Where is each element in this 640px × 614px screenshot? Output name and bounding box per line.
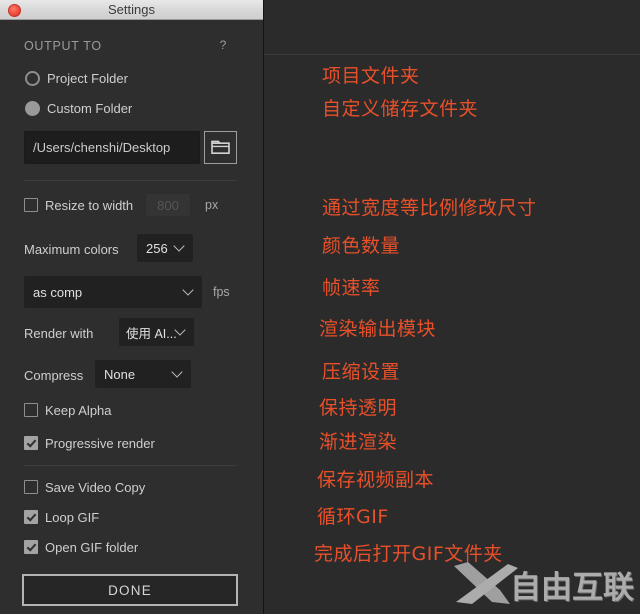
maximum-colors-dropdown[interactable]: 256 (137, 234, 193, 262)
open-gif-folder-label: Open GIF folder (45, 540, 139, 555)
progressive-render-label: Progressive render (45, 436, 155, 451)
folder-icon (211, 140, 230, 154)
annotation-compress: 压缩设置 (322, 361, 401, 383)
maximum-colors-value: 256 (146, 240, 168, 256)
render-with-dropdown[interactable]: 使用 AI... (119, 318, 194, 346)
chevron-down-icon (176, 326, 185, 335)
separator-2 (24, 465, 237, 466)
annotation-keep-alpha: 保持透明 (319, 397, 398, 419)
keep-alpha-label: Keep Alpha (45, 403, 112, 418)
radio-custom-folder[interactable] (25, 101, 40, 116)
watermark-text: 自由互联 (510, 570, 634, 606)
resize-width-input[interactable]: 800 (146, 194, 190, 216)
annotation-progressive: 渐进渲染 (319, 431, 398, 453)
checkbox-loop-gif[interactable] (24, 510, 38, 524)
separator-1 (24, 180, 237, 181)
annotation-save-video-copy: 保存视频副本 (317, 469, 435, 491)
annotation-panel-divider (264, 54, 640, 55)
chevron-down-icon (175, 242, 184, 251)
annotation-framerate: 帧速率 (322, 277, 381, 299)
radio-project-folder[interactable] (25, 71, 40, 86)
output-path-input[interactable]: /Users/chenshi/Desktop (24, 131, 200, 164)
annotation-render-module: 渲染输出模块 (319, 318, 437, 340)
annotation-resize-width: 通过宽度等比例修改尺寸 (322, 197, 537, 219)
resize-to-width-label: Resize to width (45, 198, 134, 213)
annotation-custom-folder: 自定义储存文件夹 (322, 98, 479, 120)
checkbox-progressive-render[interactable] (24, 436, 38, 450)
compress-label: Compress (24, 368, 84, 383)
save-video-copy-label: Save Video Copy (45, 480, 146, 495)
done-button[interactable]: DONE (22, 574, 238, 606)
annotation-loop-gif: 循环GIF (317, 506, 389, 528)
maximum-colors-label: Maximum colors (24, 242, 119, 257)
annotation-project-folder: 项目文件夹 (322, 65, 420, 87)
checkbox-resize-to-width[interactable] (24, 198, 38, 212)
settings-body: OUTPUT TO ? Project Folder Custom Folder… (0, 20, 263, 614)
output-to-label: OUTPUT TO (24, 39, 102, 53)
render-with-value: 使用 AI... (126, 326, 177, 341)
checkbox-save-video-copy[interactable] (24, 480, 38, 494)
annotation-max-colors: 颜色数量 (322, 235, 401, 257)
loop-gif-label: Loop GIF (45, 510, 100, 525)
title-bar[interactable]: Settings (0, 0, 263, 20)
radio-custom-folder-label: Custom Folder (47, 101, 133, 116)
browse-folder-button[interactable] (204, 131, 237, 164)
settings-window: Settings OUTPUT TO ? Project Folder Cust… (0, 0, 263, 614)
compress-value: None (104, 366, 136, 382)
framerate-value: as comp (33, 284, 83, 300)
help-icon[interactable]: ? (216, 38, 230, 52)
render-with-label: Render with (24, 326, 94, 341)
screenshot-root: 项目文件夹 自定义储存文件夹 通过宽度等比例修改尺寸 颜色数量 帧速率 渲染输出… (0, 0, 640, 614)
window-title: Settings (108, 2, 155, 17)
framerate-unit: fps (213, 285, 230, 299)
checkbox-keep-alpha[interactable] (24, 403, 38, 417)
radio-project-folder-label: Project Folder (47, 71, 128, 86)
framerate-dropdown[interactable]: as comp (24, 276, 202, 308)
checkbox-open-gif-folder[interactable] (24, 540, 38, 554)
compress-dropdown[interactable]: None (95, 360, 191, 388)
watermark: 自由互联 (452, 558, 640, 610)
resize-width-unit: px (205, 198, 219, 212)
chevron-down-icon (173, 368, 182, 377)
chevron-down-icon (184, 286, 193, 295)
